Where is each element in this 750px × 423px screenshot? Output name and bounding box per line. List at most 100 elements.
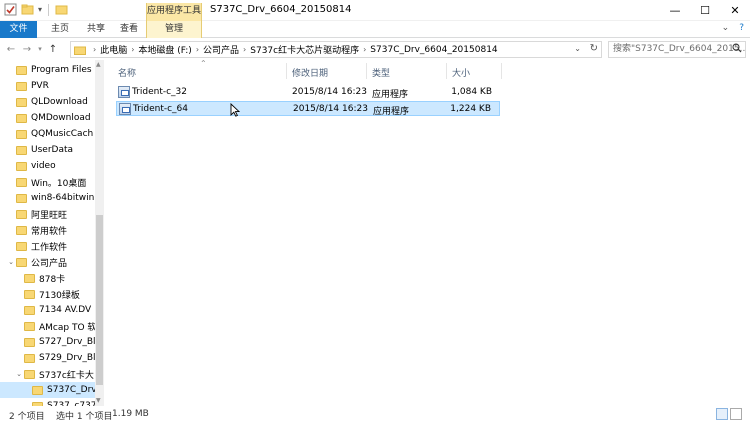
refresh-button[interactable]: ↻ xyxy=(590,43,598,54)
folder-icon xyxy=(16,161,27,171)
navpane-folder-item[interactable]: Program Files xyxy=(0,62,96,78)
tab-share[interactable]: 共享 xyxy=(81,21,111,38)
expand-chevron-icon[interactable]: ⌄ xyxy=(14,370,24,378)
navpane-folder-item[interactable]: S729_Drv_Bl xyxy=(0,350,96,366)
qat-customize-dropdown[interactable]: ▾ xyxy=(38,5,42,14)
column-divider[interactable] xyxy=(286,63,287,79)
breadcrumb-this-pc[interactable]: 此电脑 xyxy=(100,43,127,56)
column-header-modified[interactable]: 修改日期 xyxy=(292,66,328,79)
folder-icon xyxy=(16,225,27,235)
navpane-folder-item[interactable]: Win。10桌面 xyxy=(0,174,96,190)
navpane-folder-item[interactable]: 工作软件 xyxy=(0,238,96,254)
navpane-folder-label: 878卡 xyxy=(39,274,66,285)
close-button[interactable]: ✕ xyxy=(720,0,750,21)
ribbon-collapse-button[interactable]: ⌄ xyxy=(722,23,730,33)
folder-icon xyxy=(16,257,27,267)
navpane-folder-item[interactable]: 7130绿板 xyxy=(0,286,96,302)
navpane-folder-item[interactable]: video xyxy=(0,158,96,174)
navpane-folder-label: Program Files xyxy=(31,65,92,75)
folder-icon xyxy=(55,5,68,15)
maximize-button[interactable]: ☐ xyxy=(690,0,720,21)
up-button[interactable]: ↑ xyxy=(46,41,60,57)
qat-divider xyxy=(48,3,50,16)
file-size: 1,224 KB xyxy=(450,104,491,114)
help-button[interactable]: ? xyxy=(739,23,744,33)
column-divider[interactable] xyxy=(446,63,447,79)
navpane-folder-label: Win。10桌面 xyxy=(31,178,87,189)
navpane-folder-label: S737C_Drv xyxy=(47,385,96,395)
scrollbar-thumb[interactable] xyxy=(96,215,103,385)
breadcrumb-s737c-drivers[interactable]: S737c红卡大芯片驱动程序 xyxy=(250,43,359,56)
properties-icon[interactable] xyxy=(4,3,17,16)
breadcrumb-separator[interactable]: › xyxy=(196,45,199,54)
breadcrumb-separator[interactable]: › xyxy=(131,45,134,54)
breadcrumb-separator[interactable]: › xyxy=(93,45,96,54)
navpane-folder-item[interactable]: ⌄ S737c红卡大 xyxy=(0,366,96,382)
navpane-folder-item[interactable]: S727_Drv_Bl xyxy=(0,334,96,350)
navpane-folder-label: S727_Drv_Bl xyxy=(39,337,96,347)
breadcrumb-current-folder[interactable]: S737C_Drv_6604_20150814 xyxy=(370,45,497,55)
navpane-folder-item[interactable]: 7134 AV.DV xyxy=(0,302,96,318)
column-header-size[interactable]: 大小 xyxy=(452,66,470,79)
window-controls: — ☐ ✕ xyxy=(660,0,750,21)
navpane-folder-label: 阿里旺旺 xyxy=(31,210,68,221)
scroll-down-arrow[interactable]: ▼ xyxy=(96,397,101,404)
file-name: Trident-c_64 xyxy=(133,104,189,114)
navpane-folder-item[interactable]: 常用软件 xyxy=(0,222,96,238)
navpane-folder-label: S729_Drv_Bl xyxy=(39,353,96,363)
breadcrumb-separator[interactable]: › xyxy=(243,45,246,54)
folder-icon xyxy=(74,46,86,55)
navpane-folder-item[interactable]: 阿里旺旺 xyxy=(0,206,96,222)
address-history-dropdown[interactable]: ⌄ xyxy=(574,44,581,53)
breadcrumb-company-products[interactable]: 公司产品 xyxy=(203,43,239,56)
navpane-folder-item[interactable]: S737_c737 xyxy=(0,398,96,406)
large-icons-view-button[interactable] xyxy=(730,408,742,420)
folder-icon xyxy=(24,273,35,283)
breadcrumb-separator[interactable]: › xyxy=(363,45,366,54)
folder-icon xyxy=(16,193,27,203)
navpane-folder-item[interactable]: QQMusicCach xyxy=(0,126,96,142)
recent-locations-button[interactable]: ▾ xyxy=(36,41,44,57)
column-divider[interactable] xyxy=(501,63,502,79)
navigation-pane-scrollbar[interactable]: ▲ ▼ xyxy=(95,60,104,406)
file-type: 应用程序 xyxy=(373,107,410,117)
details-view-button[interactable] xyxy=(716,408,728,420)
navpane-folder-item[interactable]: QMDownload xyxy=(0,110,96,126)
column-header-type[interactable]: 类型 xyxy=(372,66,390,79)
navigation-pane: Program Files PVR QLDownload QMDownload QQMu… xyxy=(0,60,104,406)
navpane-folder-item[interactable]: QLDownload xyxy=(0,94,96,110)
new-folder-icon[interactable] xyxy=(21,3,34,16)
forward-button[interactable]: → xyxy=(20,41,34,57)
search-box[interactable]: 搜索"S737C_Drv_6604_2015... xyxy=(608,41,746,58)
status-selected-count: 选中 1 个项目 xyxy=(56,412,113,422)
tab-manage[interactable]: 管理 xyxy=(146,21,202,38)
column-header-name[interactable]: 名称 xyxy=(118,66,136,79)
status-item-count: 2 个项目 xyxy=(9,412,45,422)
search-icon[interactable] xyxy=(732,43,742,53)
scroll-up-arrow[interactable]: ▲ xyxy=(96,61,101,68)
folder-icon xyxy=(24,321,35,331)
breadcrumb-local-disk[interactable]: 本地磁盘 (F:) xyxy=(138,43,191,56)
navpane-folder-item[interactable]: UserData xyxy=(0,142,96,158)
file-row[interactable]: Trident-c_64 2015/8/14 16:23 应用程序 1,224 KB xyxy=(116,101,500,117)
file-name: Trident-c_32 xyxy=(132,87,188,97)
minimize-button[interactable]: — xyxy=(660,0,690,21)
tab-view[interactable]: 查看 xyxy=(114,21,144,38)
navpane-folder-item[interactable]: S737C_Drv xyxy=(0,382,96,398)
expand-chevron-icon[interactable]: ⌄ xyxy=(6,258,16,266)
address-bar[interactable]: › 此电脑 › 本地磁盘 (F:) › 公司产品 › S737c红卡大芯片驱动程… xyxy=(70,41,602,58)
search-placeholder: 搜索"S737C_Drv_6604_2015... xyxy=(613,44,746,54)
column-divider[interactable] xyxy=(366,63,367,79)
navpane-folder-item[interactable]: 878卡 xyxy=(0,270,96,286)
navpane-folder-item[interactable]: win8-64bitwin xyxy=(0,190,96,206)
back-button[interactable]: ← xyxy=(4,41,18,57)
navpane-folder-item[interactable]: AMcap TO 软 xyxy=(0,318,96,334)
tab-home[interactable]: 主页 xyxy=(45,21,75,38)
file-modified-date: 2015/8/14 16:23 xyxy=(293,104,368,114)
application-icon xyxy=(118,86,130,98)
tab-file[interactable]: 文件 xyxy=(0,21,37,38)
navpane-folder-item[interactable]: PVR xyxy=(0,78,96,94)
window-title: S737C_Drv_6604_20150814 xyxy=(210,4,352,15)
file-row[interactable]: Trident-c_32 2015/8/14 16:23 应用程序 1,084 KB xyxy=(116,85,500,100)
navpane-folder-item[interactable]: ⌄ 公司产品 xyxy=(0,254,96,270)
